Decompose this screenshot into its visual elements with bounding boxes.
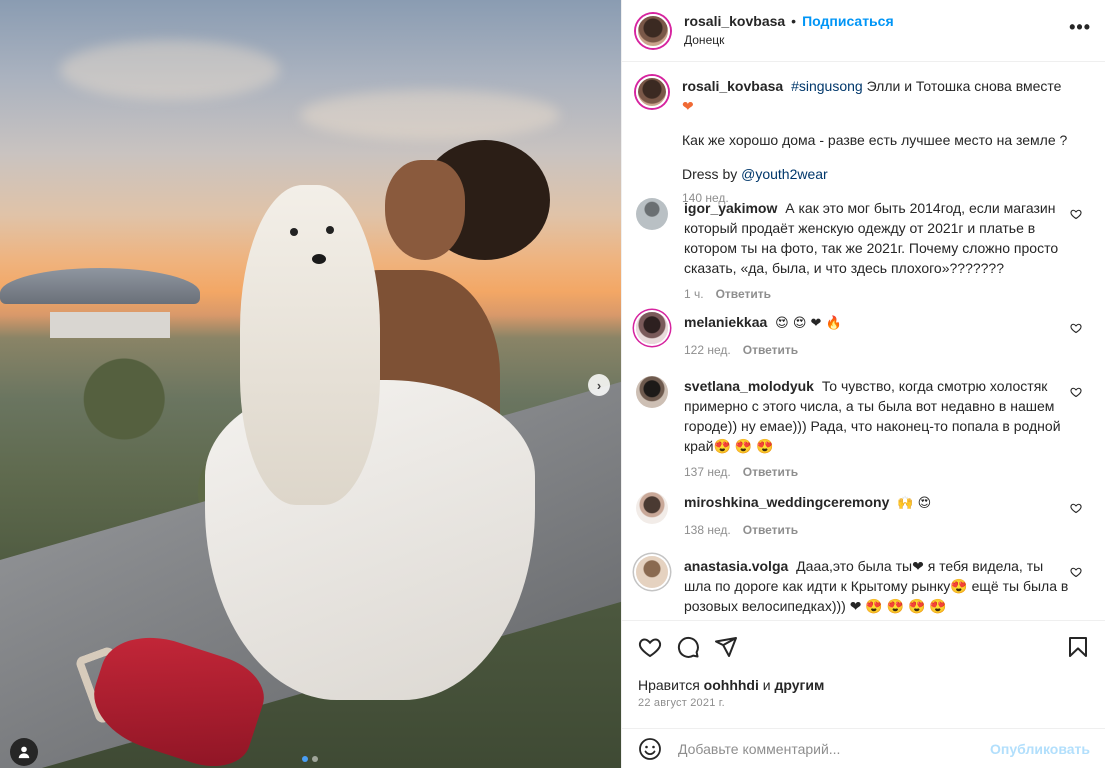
separator: • xyxy=(791,12,797,29)
author-username[interactable]: rosali_kovbasa xyxy=(684,12,785,31)
comment-username[interactable]: anastasia.volga xyxy=(684,558,792,574)
caption: rosali_kovbasa #singusong Элли и Тотошка… xyxy=(636,76,1092,205)
heart-icon[interactable] xyxy=(1070,502,1082,514)
comment-item: anastasia.volga Дааа,это была ты❤ я тебя… xyxy=(636,556,1092,620)
comment-avatar[interactable] xyxy=(636,492,668,524)
post-location[interactable]: Донецк xyxy=(684,31,894,50)
post-header: rosali_kovbasa • Подписаться Донецк ••• xyxy=(622,0,1105,62)
carousel-dots xyxy=(302,756,318,762)
caption-text: Элли и Тотошка снова вместе xyxy=(862,78,1062,94)
comment-time[interactable]: 138 нед. xyxy=(684,520,731,540)
comment-text: 😍 😍 ❤ 🔥 xyxy=(775,316,842,331)
carousel-dot-active xyxy=(302,756,308,762)
user-tag-icon[interactable] xyxy=(10,738,38,766)
caption-hashtag[interactable]: #singusong xyxy=(791,78,863,94)
comment-time[interactable]: 122 нед. xyxy=(684,340,731,360)
likes-suffix: и xyxy=(758,677,775,693)
reply-button[interactable]: Ответить xyxy=(743,520,798,540)
photo-cloud xyxy=(300,90,560,140)
reply-button[interactable]: Ответить xyxy=(716,284,771,304)
comment-item: igor_yakimow А как это мог быть 2014год,… xyxy=(636,198,1092,312)
heart-icon[interactable] xyxy=(1070,386,1082,398)
share-icon[interactable] xyxy=(714,635,738,659)
heart-icon[interactable] xyxy=(1070,322,1082,334)
more-icon[interactable]: ••• xyxy=(1069,18,1091,36)
heart-icon[interactable] xyxy=(1070,208,1082,220)
comment-username[interactable]: igor_yakimow xyxy=(684,200,781,216)
comment-time[interactable]: 137 нед. xyxy=(684,462,731,482)
comment-item: svetlana_molodyuk То чувство, когда смот… xyxy=(636,376,1092,492)
comment-username[interactable]: melaniekkaa xyxy=(684,314,771,330)
likes-summary: Нравится oohhhdi и другим xyxy=(638,677,1090,693)
author-avatar[interactable] xyxy=(636,76,668,108)
bookmark-icon[interactable] xyxy=(1066,635,1090,659)
emoji-icon[interactable] xyxy=(638,737,662,761)
comment-text: 🙌 😍 xyxy=(897,496,932,511)
reply-button[interactable]: Ответить xyxy=(743,462,798,482)
likes-user[interactable]: oohhhdi xyxy=(704,677,759,693)
caption-line3: Dress by xyxy=(682,166,742,182)
photo-dog-eye xyxy=(290,228,298,236)
comment-input[interactable] xyxy=(678,740,991,757)
comment-item: melaniekkaa 😍 😍 ❤ 🔥 122 нед. Ответить xyxy=(636,312,1092,376)
publish-button[interactable]: Опубликовать xyxy=(990,741,1090,757)
photo-cloud xyxy=(60,40,280,100)
caption-username[interactable]: rosali_kovbasa xyxy=(682,78,783,94)
comment-avatar[interactable] xyxy=(636,312,668,344)
caption-heart: ❤ xyxy=(682,98,694,114)
reply-button[interactable]: Ответить xyxy=(743,340,798,360)
carousel-dot xyxy=(312,756,318,762)
comment-item: miroshkina_weddingceremony 🙌 😍 138 нед. О… xyxy=(636,492,1092,556)
comment-icon[interactable] xyxy=(676,635,700,659)
photo-person-face xyxy=(385,160,465,260)
likes-others[interactable]: другим xyxy=(774,677,824,693)
author-avatar[interactable] xyxy=(636,13,670,48)
photo-stadium xyxy=(0,268,200,304)
heart-icon[interactable] xyxy=(638,635,662,659)
photo-dog-nose xyxy=(312,254,326,264)
photo-dog xyxy=(240,185,380,505)
caption-line2: Как же хорошо дома - разве есть лучшее м… xyxy=(682,132,1068,148)
post-actions: Нравится oohhhdi и другим 22 август 2021… xyxy=(622,620,1105,709)
likes-prefix: Нравится xyxy=(638,677,704,693)
photo-dog-eye xyxy=(326,226,334,234)
comment-username[interactable]: svetlana_molodyuk xyxy=(684,378,818,394)
follow-button[interactable]: Подписаться xyxy=(802,12,894,31)
comment-avatar[interactable] xyxy=(636,376,668,408)
comments-list[interactable]: rosali_kovbasa #singusong Элли и Тотошка… xyxy=(622,62,1105,620)
caption-mention[interactable]: @youth2wear xyxy=(741,166,828,182)
post-photo[interactable]: › xyxy=(0,0,621,768)
comment-username[interactable]: miroshkina_weddingceremony xyxy=(684,494,893,510)
heart-icon[interactable] xyxy=(1070,566,1082,578)
comment-time[interactable]: 1 ч. xyxy=(684,284,704,304)
comment-avatar[interactable] xyxy=(636,556,668,588)
comment-avatar[interactable] xyxy=(636,198,668,230)
add-comment-bar: Опубликовать xyxy=(622,728,1105,768)
next-arrow-icon[interactable]: › xyxy=(588,374,610,396)
post-sidebar: rosali_kovbasa • Подписаться Донецк ••• … xyxy=(621,0,1105,768)
post-date[interactable]: 22 август 2021 г. xyxy=(638,697,1090,709)
